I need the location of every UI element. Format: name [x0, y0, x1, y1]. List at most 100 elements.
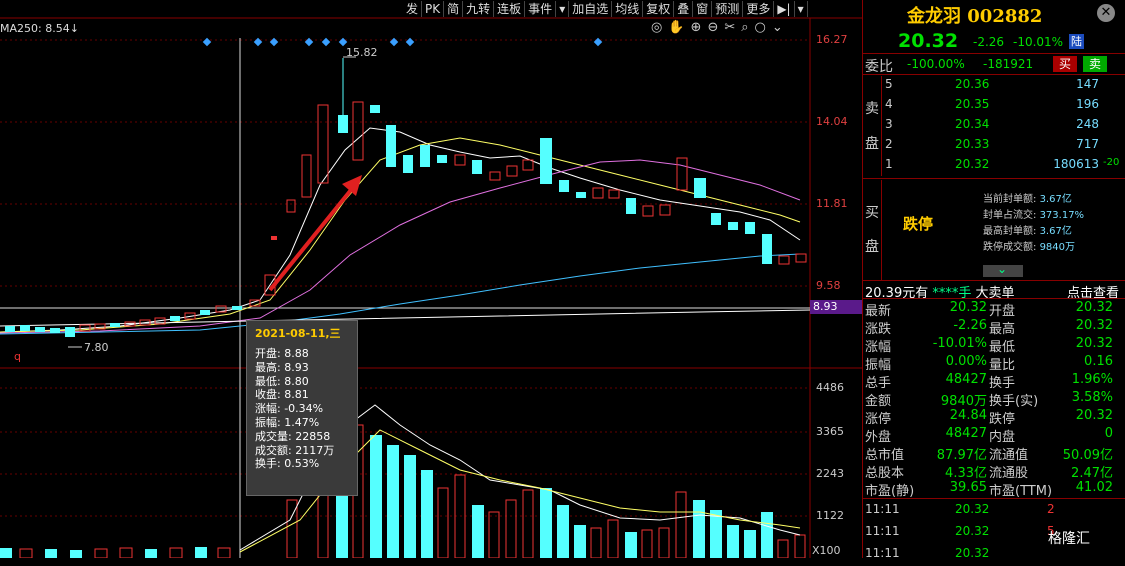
- buy-button[interactable]: 买: [1053, 56, 1077, 72]
- volume-bar: [675, 491, 687, 558]
- candle: [778, 255, 790, 265]
- tooltip-row: 最高: 8.93: [255, 360, 309, 374]
- volume-bar: [404, 455, 416, 558]
- weibi-value: -100.00%: [907, 57, 965, 71]
- ma60-line: [0, 253, 801, 335]
- candle: [200, 310, 210, 315]
- volume-bar: [710, 510, 722, 558]
- order-book-row[interactable]: 1 20.32 180613 -20: [885, 157, 1125, 176]
- candle: [286, 199, 296, 213]
- volume-bar: [727, 525, 739, 558]
- order-book-row[interactable]: 2 20.33 717: [885, 137, 1125, 156]
- candle: [795, 253, 807, 263]
- event-markers: [202, 37, 603, 47]
- event-diamond: [321, 37, 331, 47]
- candle: [506, 165, 518, 177]
- candle: [5, 326, 15, 332]
- stat-row: 总股本 4.33亿 流通股 2.47亿: [865, 466, 1113, 481]
- volume-axis-unit: X100: [812, 544, 841, 557]
- price-axis-tick: 14.04: [816, 115, 848, 128]
- volume-bar: [437, 487, 449, 558]
- connect-badge: 陆: [1069, 34, 1084, 49]
- volume-bar: [45, 549, 57, 558]
- volume-bar: [505, 499, 517, 558]
- candle: [232, 306, 242, 310]
- stock-name: 金龙羽: [907, 6, 961, 27]
- event-diamond: [304, 37, 314, 47]
- stat-row: 涨跌 -2.26 最高 20.32: [865, 318, 1113, 337]
- high-annotation: 15.82: [346, 46, 378, 59]
- candle: [762, 234, 772, 264]
- volume-bar: [744, 530, 756, 558]
- ma250-line: [0, 309, 811, 327]
- sell-button[interactable]: 卖: [1083, 56, 1107, 72]
- tick-row: 11:11 20.32 2: [865, 502, 1055, 516]
- tooltip-row: 收盘: 8.81: [255, 388, 309, 402]
- order-book-row[interactable]: 3 20.34 248: [885, 117, 1125, 136]
- arrow-head-icon: [342, 175, 362, 196]
- candle: [170, 316, 180, 321]
- candle: [472, 160, 482, 174]
- crosshair-price-badge: 8.93: [810, 300, 865, 314]
- expand-toggle[interactable]: ⌄: [983, 262, 1023, 277]
- ma5-line: [0, 127, 801, 333]
- price-axis-tick: 11.81: [816, 197, 848, 210]
- buy-side-label: 买: [865, 205, 879, 221]
- candle: [522, 159, 534, 171]
- candles: [5, 58, 807, 337]
- volume-bar: [540, 488, 552, 558]
- low-annotation: 7.80: [84, 341, 109, 354]
- candle: [745, 222, 755, 234]
- candle: [728, 222, 738, 230]
- candle: [676, 157, 688, 191]
- weicha-value: -181921: [983, 57, 1034, 71]
- kline-chart[interactable]: [0, 0, 862, 558]
- chevron-down-icon: ⌄: [997, 262, 1008, 276]
- trend-arrow-icon: [268, 183, 357, 292]
- sell-side-label: 卖: [865, 101, 879, 117]
- price-change-pct: -10.01%: [1013, 35, 1064, 49]
- stock-title: 金龙羽 002882: [907, 2, 1042, 28]
- order-book-row[interactable]: 4 20.35 196: [885, 97, 1125, 116]
- tooltip-row: 涨幅: -0.34%: [255, 402, 324, 416]
- volume-bars: [0, 424, 806, 558]
- candle: [711, 213, 721, 225]
- candle: [576, 192, 586, 198]
- candle: [489, 171, 501, 181]
- sell-side-label: 盘: [865, 136, 879, 152]
- candle: [454, 154, 466, 166]
- volume-bar: [777, 539, 789, 558]
- volume-bar: [658, 527, 670, 558]
- candle: [386, 125, 396, 167]
- tooltip-row: 最低: 8.80: [255, 374, 309, 388]
- event-diamond: [389, 37, 399, 47]
- volume-bar: [169, 547, 183, 558]
- quote-panel: 金龙羽 002882 ✕ 20.32 -2.26 -10.01% 陆 委比 -1…: [862, 0, 1125, 560]
- divider: [863, 498, 1125, 499]
- order-book-row[interactable]: 5 20.36 147: [885, 77, 1125, 96]
- divider: [863, 53, 1125, 54]
- volume-bar: [607, 519, 619, 558]
- candle: [301, 154, 312, 198]
- volume-bar: [0, 548, 12, 558]
- tooltip-date: 2021-08-11,三: [255, 327, 341, 340]
- divider: [863, 280, 1125, 281]
- volume-bar: [590, 527, 602, 558]
- volume-bar: [119, 547, 133, 558]
- ma20-line: [0, 159, 801, 334]
- divider: [863, 298, 1125, 299]
- event-diamond: [253, 37, 263, 47]
- volume-bar: [522, 489, 534, 558]
- price-axis-tick: 16.27: [816, 33, 848, 46]
- close-icon[interactable]: ✕: [1097, 4, 1115, 22]
- last-price: 20.32: [898, 30, 959, 52]
- volume-bar: [70, 550, 82, 558]
- candle: [420, 145, 430, 167]
- candle: [352, 101, 364, 161]
- candle: [592, 187, 604, 199]
- volume-bar: [472, 505, 484, 558]
- volume-axis-tick: 3365: [816, 425, 844, 438]
- stat-row: 金额 9840万 换手(实) 3.58%: [865, 390, 1113, 409]
- volume-bar: [794, 534, 806, 558]
- candle: [317, 104, 329, 184]
